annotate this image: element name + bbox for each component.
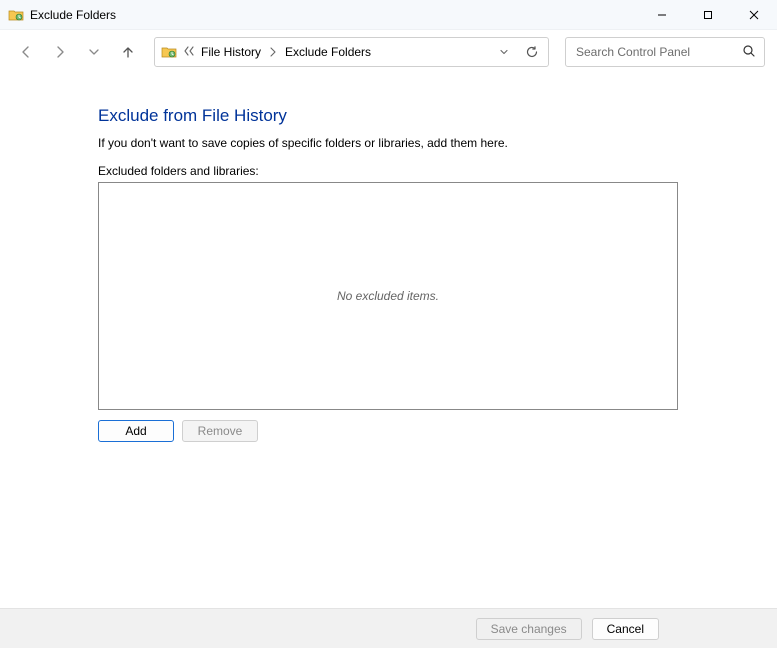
search-icon (742, 44, 756, 61)
breadcrumb-file-history[interactable]: File History (199, 45, 263, 59)
add-button[interactable]: Add (98, 420, 174, 442)
recent-locations-button[interactable] (80, 38, 108, 66)
save-changes-button: Save changes (476, 618, 582, 640)
nav-bar: File History Exclude Folders (0, 30, 777, 74)
excluded-list[interactable]: No excluded items. (98, 182, 678, 410)
remove-button: Remove (182, 420, 258, 442)
breadcrumb-exclude-folders[interactable]: Exclude Folders (283, 45, 373, 59)
list-button-row: Add Remove (98, 420, 777, 442)
chevron-right-icon[interactable] (269, 47, 277, 57)
window-title: Exclude Folders (30, 8, 116, 22)
refresh-button[interactable] (520, 40, 544, 64)
app-icon (8, 7, 24, 23)
empty-list-text: No excluded items. (337, 289, 439, 303)
back-button[interactable] (12, 38, 40, 66)
main-content: Exclude from File History If you don't w… (0, 74, 777, 442)
address-dropdown-button[interactable] (492, 40, 516, 64)
path-overflow-icon[interactable] (183, 45, 195, 59)
page-subtext: If you don't want to save copies of spec… (98, 136, 777, 150)
forward-button[interactable] (46, 38, 74, 66)
location-icon (161, 44, 177, 60)
cancel-button[interactable]: Cancel (592, 618, 659, 640)
window-controls (639, 0, 777, 30)
up-button[interactable] (114, 38, 142, 66)
footer-bar: Save changes Cancel (0, 608, 777, 648)
address-bar[interactable]: File History Exclude Folders (154, 37, 549, 67)
minimize-button[interactable] (639, 0, 685, 30)
maximize-button[interactable] (685, 0, 731, 30)
list-label: Excluded folders and libraries: (98, 164, 777, 178)
search-input[interactable] (574, 44, 736, 60)
close-button[interactable] (731, 0, 777, 30)
title-bar: Exclude Folders (0, 0, 777, 30)
page-heading: Exclude from File History (98, 106, 777, 126)
search-box[interactable] (565, 37, 765, 67)
